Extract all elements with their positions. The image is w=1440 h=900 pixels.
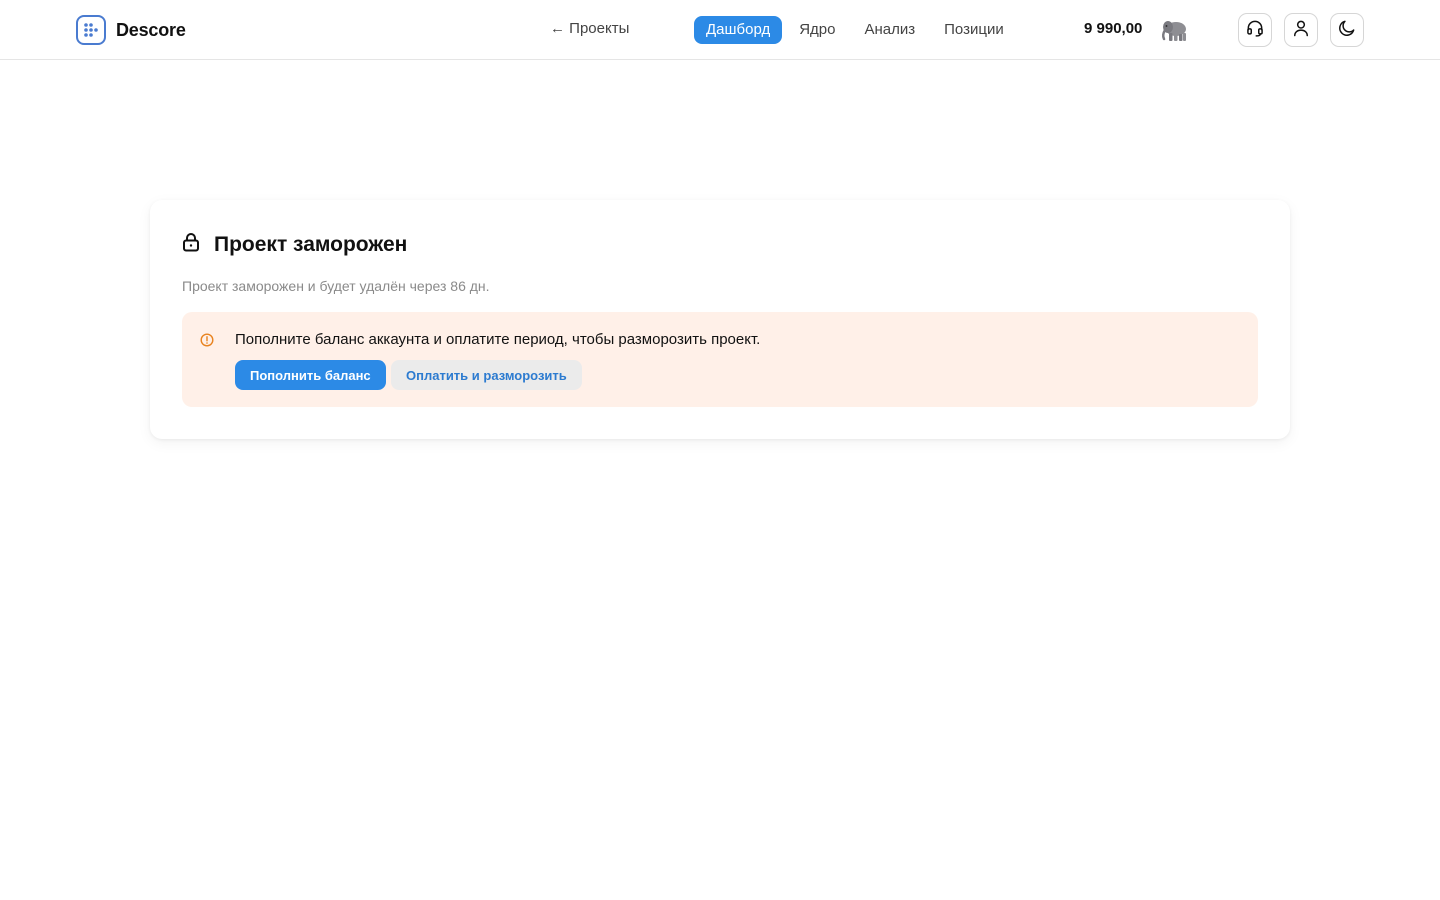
card-header: Проект заморожен bbox=[182, 232, 407, 257]
card-title: Проект заморожен bbox=[214, 232, 408, 256]
top-up-balance-button[interactable]: Пополнить баланс bbox=[235, 360, 386, 390]
elephant-icon bbox=[1160, 17, 1188, 43]
account-balance[interactable]: 9 990,00 bbox=[1084, 20, 1142, 37]
frozen-project-card: Проект заморожен Проект заморожен и буде… bbox=[150, 200, 1290, 439]
nav-item-dashboard[interactable]: Дашборд bbox=[694, 16, 783, 44]
warning-icon bbox=[200, 333, 214, 347]
back-to-projects-link[interactable]: ← Проекты bbox=[550, 20, 629, 37]
lock-icon bbox=[182, 232, 200, 257]
main-nav: Дашборд Ядро Анализ Позиции bbox=[694, 16, 1021, 44]
profile-button[interactable] bbox=[1284, 13, 1318, 47]
nav-item-core[interactable]: Ядро bbox=[787, 16, 847, 44]
logo-icon bbox=[76, 15, 106, 45]
user-icon bbox=[1291, 18, 1311, 43]
card-subtitle: Проект заморожен и будет удалён через 86… bbox=[182, 278, 490, 294]
nav-item-analysis[interactable]: Анализ bbox=[853, 16, 928, 44]
support-button[interactable] bbox=[1238, 13, 1272, 47]
theme-toggle-button[interactable] bbox=[1330, 13, 1364, 47]
pay-and-unfreeze-button[interactable]: Оплатить и разморозить bbox=[391, 360, 582, 390]
alert-message: Пополните баланс аккаунта и оплатите пер… bbox=[235, 331, 761, 348]
unfreeze-alert: Пополните баланс аккаунта и оплатите пер… bbox=[182, 312, 1258, 407]
headset-icon bbox=[1245, 18, 1265, 43]
logo[interactable]: Descore bbox=[76, 15, 186, 45]
moon-icon bbox=[1337, 18, 1357, 43]
logo-text: Descore bbox=[116, 19, 186, 40]
nav-item-positions[interactable]: Позиции bbox=[932, 16, 1016, 44]
top-header: Descore ← Проекты Дашборд Ядро Анализ По… bbox=[0, 0, 1440, 60]
